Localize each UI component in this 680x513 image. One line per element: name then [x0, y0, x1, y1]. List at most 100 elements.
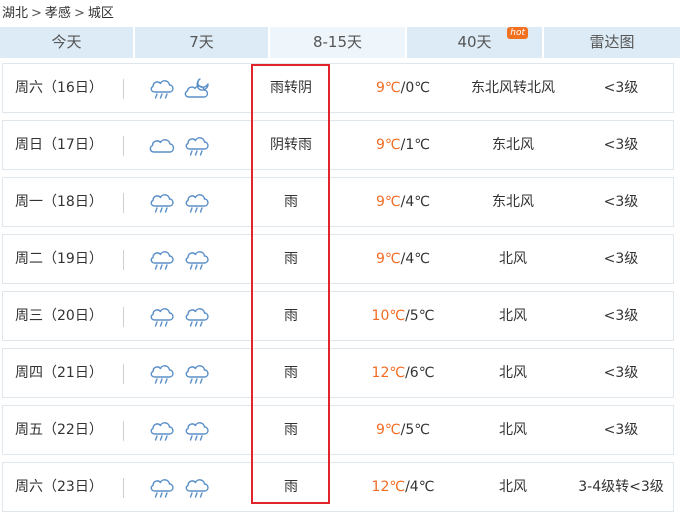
tab-label: 7天 — [189, 33, 214, 51]
rain-cloud-icon — [148, 418, 176, 444]
wind-level: <3级 — [603, 137, 639, 153]
column-divider — [123, 478, 124, 498]
weather-description: 雨 — [284, 422, 298, 438]
wind-direction: 北风 — [499, 479, 527, 495]
breadcrumb-district[interactable]: 城区 — [88, 6, 114, 21]
wind-level: <3级 — [603, 308, 639, 324]
temperature-low: /0℃ — [400, 80, 430, 96]
column-divider — [123, 364, 124, 384]
temperature-high: 9℃ — [376, 422, 401, 438]
temperature: 9℃/4℃ — [343, 235, 463, 283]
hot-badge: hot — [507, 27, 528, 39]
rain-cloud-icon — [183, 247, 211, 273]
breadcrumb-city[interactable]: 孝感 — [45, 6, 71, 21]
weather-description: 阴转雨 — [270, 137, 312, 153]
column-divider — [123, 79, 124, 99]
forecast-tabs: 今天 7天 8-15天 40天 hot 雷达图 — [0, 27, 680, 58]
temperature: 9℃/4℃ — [343, 178, 463, 226]
temperature-low: /1℃ — [400, 137, 430, 153]
forecast-row: 周五（22日） 雨 9℃/5℃ 北风 <3级 — [2, 405, 674, 455]
rain-cloud-icon — [148, 76, 176, 102]
rain-cloud-icon — [148, 475, 176, 501]
weather-icons — [148, 178, 228, 226]
forecast-day: 周五（22日） — [15, 422, 103, 438]
rain-cloud-icon — [183, 361, 211, 387]
breadcrumb-province[interactable]: 湖北 — [2, 6, 28, 21]
temperature-low: /5℃ — [400, 422, 430, 438]
forecast-day: 周四（21日） — [15, 365, 103, 381]
tab-label: 今天 — [51, 33, 82, 51]
temperature-high: 9℃ — [376, 80, 401, 96]
tab-today[interactable]: 今天 — [0, 27, 133, 58]
temperature-low: /5℃ — [405, 308, 435, 324]
rain-cloud-icon — [148, 190, 176, 216]
wind-direction: 北风 — [499, 422, 527, 438]
weather-icons — [148, 121, 228, 169]
forecast-row: 周六（16日） 雨转阴 9℃/0℃ 东北风转北风 <3级 — [2, 63, 674, 113]
breadcrumb-separator: > — [73, 6, 85, 21]
column-divider — [123, 421, 124, 441]
rain-cloud-icon — [183, 418, 211, 444]
weather-description: 雨转阴 — [270, 80, 312, 96]
cloudy-night-icon — [183, 76, 211, 102]
weather-icons — [148, 292, 228, 340]
column-divider — [123, 307, 124, 327]
forecast-day: 周三（20日） — [15, 308, 103, 324]
wind-level: <3级 — [603, 422, 639, 438]
wind-level: <3级 — [603, 365, 639, 381]
tab-label: 8-15天 — [312, 33, 363, 51]
rain-cloud-icon — [148, 304, 176, 330]
column-divider — [123, 250, 124, 270]
forecast-row: 周六（23日） 雨 12℃/4℃ 北风 3-4级转<3级 — [2, 462, 674, 512]
rain-cloud-icon — [183, 133, 211, 159]
wind-direction: 北风 — [499, 308, 527, 324]
temperature: 9℃/0℃ — [343, 64, 463, 112]
wind-direction: 东北风 — [492, 194, 534, 210]
weather-description: 雨 — [284, 251, 298, 267]
breadcrumb: 湖北 > 孝感 > 城区 — [2, 4, 114, 24]
weather-icons — [148, 406, 228, 454]
weather-icons — [148, 463, 228, 511]
forecast-day: 周日（17日） — [15, 137, 103, 153]
rain-cloud-icon — [183, 475, 211, 501]
cloud-icon — [148, 133, 176, 159]
forecast-day: 周一（18日） — [15, 194, 103, 210]
weather-description: 雨 — [284, 365, 298, 381]
temperature: 9℃/5℃ — [343, 406, 463, 454]
weather-description: 雨 — [284, 194, 298, 210]
column-divider — [123, 193, 124, 213]
forecast-day: 周六（16日） — [15, 80, 103, 96]
forecast-day: 周二（19日） — [15, 251, 103, 267]
temperature-low: /4℃ — [400, 194, 430, 210]
wind-direction: 北风 — [499, 365, 527, 381]
temperature: 9℃/1℃ — [343, 121, 463, 169]
forecast-row: 周日（17日） 阴转雨 9℃/1℃ 东北风 <3级 — [2, 120, 674, 170]
forecast-row: 周三（20日） 雨 10℃/5℃ 北风 <3级 — [2, 291, 674, 341]
rain-cloud-icon — [183, 190, 211, 216]
wind-level: <3级 — [603, 251, 639, 267]
weather-description: 雨 — [284, 479, 298, 495]
weather-description: 雨 — [284, 308, 298, 324]
wind-direction: 东北风 — [492, 137, 534, 153]
tab-7-days[interactable]: 7天 — [135, 27, 268, 58]
breadcrumb-separator: > — [31, 6, 42, 21]
tab-8-15-days[interactable]: 8-15天 — [270, 27, 405, 58]
wind-level: <3级 — [603, 80, 639, 96]
temperature: 12℃/6℃ — [343, 349, 463, 397]
temperature-low: /4℃ — [405, 479, 435, 495]
tab-radar[interactable]: 雷达图 — [544, 27, 680, 58]
temperature: 12℃/4℃ — [343, 463, 463, 511]
temperature-high: 9℃ — [376, 137, 401, 153]
tab-label: 雷达图 — [589, 33, 635, 51]
temperature-high: 9℃ — [376, 251, 401, 267]
wind-level: <3级 — [603, 194, 639, 210]
temperature-low: /6℃ — [405, 365, 435, 381]
wind-direction: 东北风转北风 — [471, 80, 555, 96]
forecast-row: 周四（21日） 雨 12℃/6℃ 北风 <3级 — [2, 348, 674, 398]
forecast-day: 周六（23日） — [15, 479, 103, 495]
rain-cloud-icon — [148, 247, 176, 273]
tab-label: 40天 — [457, 33, 492, 51]
forecast-row: 周二（19日） 雨 9℃/4℃ 北风 <3级 — [2, 234, 674, 284]
tab-40-days[interactable]: 40天 hot — [407, 27, 542, 58]
rain-cloud-icon — [183, 304, 211, 330]
